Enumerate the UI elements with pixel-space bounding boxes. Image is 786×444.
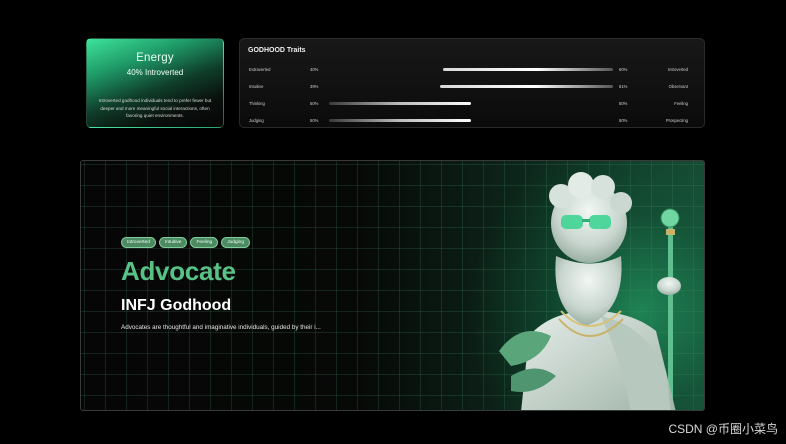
trait-bar-fill — [439, 85, 613, 88]
trait-bar-fill — [329, 119, 471, 122]
trait-right-label: Introverted — [667, 67, 688, 72]
trait-bar-fill — [329, 102, 471, 105]
energy-title: Energy — [136, 52, 174, 64]
trait-bar-fill — [442, 68, 613, 71]
trait-right-label: Observant — [668, 84, 688, 89]
trait-row-energy: Extraverted 40% 60% Introverted — [240, 67, 704, 77]
energy-description: Introverted godhood individuals tend to … — [98, 98, 212, 119]
personality-subtitle: INFJ Godhood — [121, 297, 232, 314]
tag-introverted[interactable]: Introverted — [121, 237, 156, 248]
trait-right-label: Feeling — [674, 101, 688, 106]
trait-left-label: Judging — [249, 118, 264, 123]
personality-title: Advocate — [121, 256, 236, 286]
energy-percentage: 40% Introverted — [126, 68, 184, 77]
traits-heading: GODHOOD Traits — [248, 47, 306, 54]
trait-row-nature: Thinking 50% 50% Feeling — [240, 101, 704, 111]
trait-left-percent: 40% — [310, 67, 319, 72]
trait-bar — [329, 119, 613, 122]
trait-right-percent: 60% — [619, 67, 628, 72]
trait-left-percent: 50% — [310, 101, 319, 106]
trait-left-percent: 50% — [310, 118, 319, 123]
trait-tags: Introverted Intuitive Feeling Judging — [121, 237, 251, 248]
trait-bar — [329, 85, 613, 88]
statue-illustration — [499, 172, 681, 410]
trait-right-percent: 50% — [619, 101, 628, 106]
trait-row-mind: Intuitive 39% 61% Observant — [240, 84, 704, 94]
personality-description: Advocates are thoughtful and imaginative… — [121, 324, 321, 331]
traits-card: GODHOOD Traits Extraverted 40% 60% Intro… — [239, 38, 705, 128]
energy-card: Energy 40% Introverted Introverted godho… — [86, 38, 224, 128]
trait-right-percent: 50% — [619, 118, 628, 123]
tag-judging[interactable]: Judging — [221, 237, 251, 248]
tag-feeling[interactable]: Feeling — [190, 237, 219, 248]
personality-hero-panel: Introverted Intuitive Feeling Judging Ad… — [80, 160, 705, 411]
trait-left-label: Thinking — [249, 101, 265, 106]
tag-intuitive[interactable]: Intuitive — [158, 237, 188, 248]
trait-left-label: Extraverted — [249, 67, 271, 72]
trait-bar — [329, 68, 613, 71]
trait-right-label: Prospecting — [665, 118, 688, 123]
watermark: CSDN @币圈小菜鸟 — [668, 422, 778, 436]
trait-left-label: Intuitive — [249, 84, 264, 89]
trait-left-percent: 39% — [310, 84, 319, 89]
trait-right-percent: 61% — [619, 84, 628, 89]
trait-row-tactics: Judging 50% 50% Prospecting — [240, 118, 704, 128]
trait-bar — [329, 102, 613, 105]
